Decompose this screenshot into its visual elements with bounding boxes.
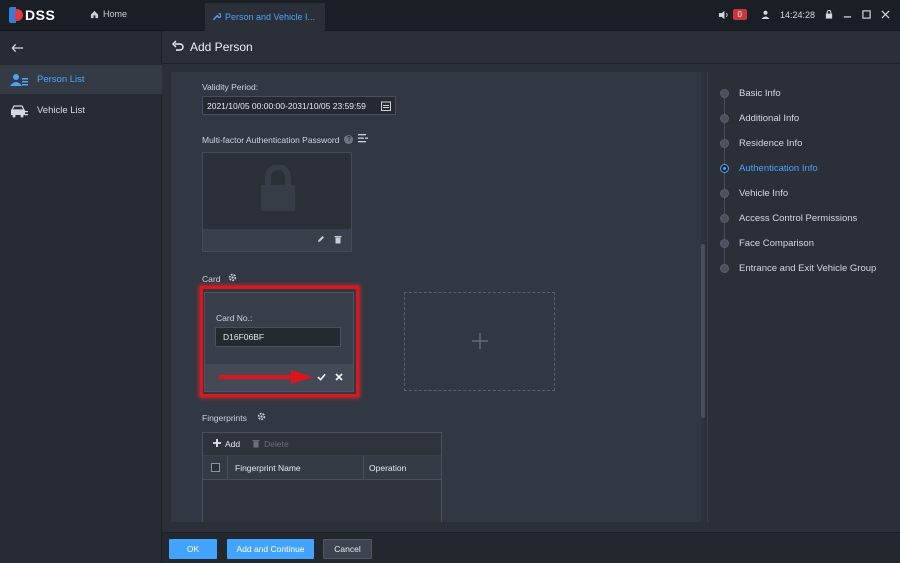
dss-logo: DSS (9, 7, 55, 23)
edit-icon[interactable] (317, 235, 325, 245)
fingerprints-label: Fingerprints (202, 412, 247, 423)
sidebar-item-person-list[interactable]: Person List (0, 65, 162, 94)
alarm-sound-icon[interactable] (718, 10, 729, 20)
nav-item-face-comparison[interactable]: Face Comparison (720, 238, 814, 249)
fingerprints-label-row: Fingerprints (202, 412, 266, 423)
card-label: Card (202, 273, 221, 284)
validity-period-value: 2021/10/05 00:00:00-2031/10/05 23:59:59 (207, 100, 366, 111)
plus-icon (471, 329, 488, 355)
nav-item-authentication-info[interactable]: Authentication Info (720, 163, 818, 174)
maximize-icon[interactable] (862, 10, 871, 19)
form-panel: Validity Period: 2021/10/05 00:00:00-203… (171, 72, 701, 522)
sidebar-item-vehicle-list[interactable]: Vehicle List (0, 96, 162, 125)
close-icon[interactable] (881, 10, 890, 19)
form-scrollbar-thumb[interactable] (701, 244, 705, 418)
fingerprint-settings-gear-icon[interactable] (257, 412, 266, 423)
sidebar-item-label: Vehicle List (37, 105, 86, 116)
user-icon[interactable] (761, 10, 770, 19)
nav-dot (720, 114, 729, 123)
nav-dot (720, 139, 729, 148)
nav-item-label: Vehicle Info (739, 188, 789, 199)
top-right-controls: 0 14:24:28 (718, 9, 891, 20)
nav-item-additional-info[interactable]: Additional Info (720, 113, 799, 124)
trash-icon[interactable] (334, 235, 342, 246)
calendar-icon[interactable] (381, 101, 391, 113)
add-card-placeholder[interactable] (404, 292, 555, 391)
nav-dot-active (720, 164, 729, 173)
section-navigator: Basic Info Additional Info Residence Inf… (707, 72, 900, 522)
person-list-icon (10, 73, 28, 87)
ok-button[interactable]: OK (169, 539, 217, 559)
tab-home-label: Home (103, 9, 128, 19)
fingerprint-table: Add Delete Fingerprint Name Operation (202, 432, 442, 522)
alarm-count-badge[interactable]: 0 (732, 9, 747, 20)
validity-period-input[interactable]: 2021/10/05 00:00:00-2031/10/05 23:59:59 (202, 96, 396, 115)
cancel-button[interactable]: Cancel (323, 539, 372, 559)
nav-item-basic-info[interactable]: Basic Info (720, 88, 781, 99)
nav-item-vehicle-info[interactable]: Vehicle Info (720, 188, 788, 199)
nav-item-label: Basic Info (739, 88, 781, 99)
top-bar: DSS Home Person and Vehicle I... 0 14:24… (0, 0, 900, 31)
back-arrow-icon[interactable] (11, 40, 24, 56)
fingerprint-add-button[interactable]: Add (213, 439, 240, 449)
tab-person-vehicle[interactable]: Person and Vehicle I... (205, 3, 325, 31)
mfa-password-label-row: Multi-factor Authentication Password ? (202, 134, 369, 145)
clock-time: 14:24:28 (779, 9, 815, 20)
logo-text: DSS (25, 7, 56, 23)
nav-item-label: Access Control Permissions (739, 213, 858, 224)
vehicle-list-icon (10, 104, 28, 118)
add-button-label: Add (225, 439, 241, 449)
wrench-icon (212, 12, 222, 23)
fingerprint-table-header: Fingerprint Name Operation (203, 456, 441, 480)
fingerprint-toolbar: Add Delete (203, 433, 441, 456)
nav-item-residence-info[interactable]: Residence Info (720, 138, 802, 149)
minimize-icon[interactable] (843, 10, 852, 19)
nav-item-access-control-permissions[interactable]: Access Control Permissions (720, 213, 857, 224)
help-icon[interactable]: ? (344, 135, 354, 144)
logo-mark-icon (9, 7, 23, 23)
nav-item-label: Residence Info (739, 138, 803, 149)
nav-item-label: Authentication Info (739, 163, 818, 174)
nav-dot (720, 89, 729, 98)
mfa-password-actions (203, 229, 351, 251)
add-plus-icon (213, 439, 221, 449)
tab-person-vehicle-label: Person and Vehicle I... (225, 12, 316, 22)
nav-dot (720, 239, 729, 248)
column-fingerprint-name[interactable]: Fingerprint Name (227, 456, 363, 479)
page-header: Add Person (162, 31, 900, 64)
footer-bar: OK Add and Continue Cancel (162, 532, 900, 563)
home-icon (90, 10, 99, 19)
card-settings-gear-icon[interactable] (228, 273, 237, 284)
page-title: Add Person (190, 40, 253, 54)
tab-home[interactable]: Home (90, 9, 127, 19)
padlock-icon (258, 164, 298, 213)
nav-item-entrance-exit-vehicle-group[interactable]: Entrance and Exit Vehicle Group (720, 263, 876, 274)
fingerprint-delete-button[interactable]: Delete (252, 439, 289, 450)
column-operation: Operation (363, 456, 441, 479)
nav-dot (720, 189, 729, 198)
lock-icon[interactable] (825, 10, 833, 19)
add-and-continue-button[interactable]: Add and Continue (227, 539, 314, 559)
nav-dot (720, 264, 729, 273)
red-arrow-annotation (219, 370, 313, 386)
nav-item-label: Face Comparison (739, 238, 814, 249)
mfa-password-label: Multi-factor Authentication Password (202, 134, 340, 145)
undo-back-icon[interactable] (172, 40, 184, 54)
sidebar-item-label: Person List (37, 74, 85, 85)
card-label-row: Card (202, 273, 237, 284)
select-all-checkbox[interactable] (210, 463, 220, 472)
mfa-password-box (202, 152, 352, 252)
delete-trash-icon (252, 439, 260, 450)
nav-item-label: Additional Info (739, 113, 800, 124)
validity-period-label: Validity Period: (202, 82, 259, 92)
list-settings-icon[interactable] (358, 134, 369, 145)
delete-button-label: Delete (264, 439, 289, 449)
nav-item-label: Entrance and Exit Vehicle Group (739, 263, 877, 274)
nav-dot (720, 214, 729, 223)
sidebar: Person List Vehicle List (0, 31, 162, 563)
